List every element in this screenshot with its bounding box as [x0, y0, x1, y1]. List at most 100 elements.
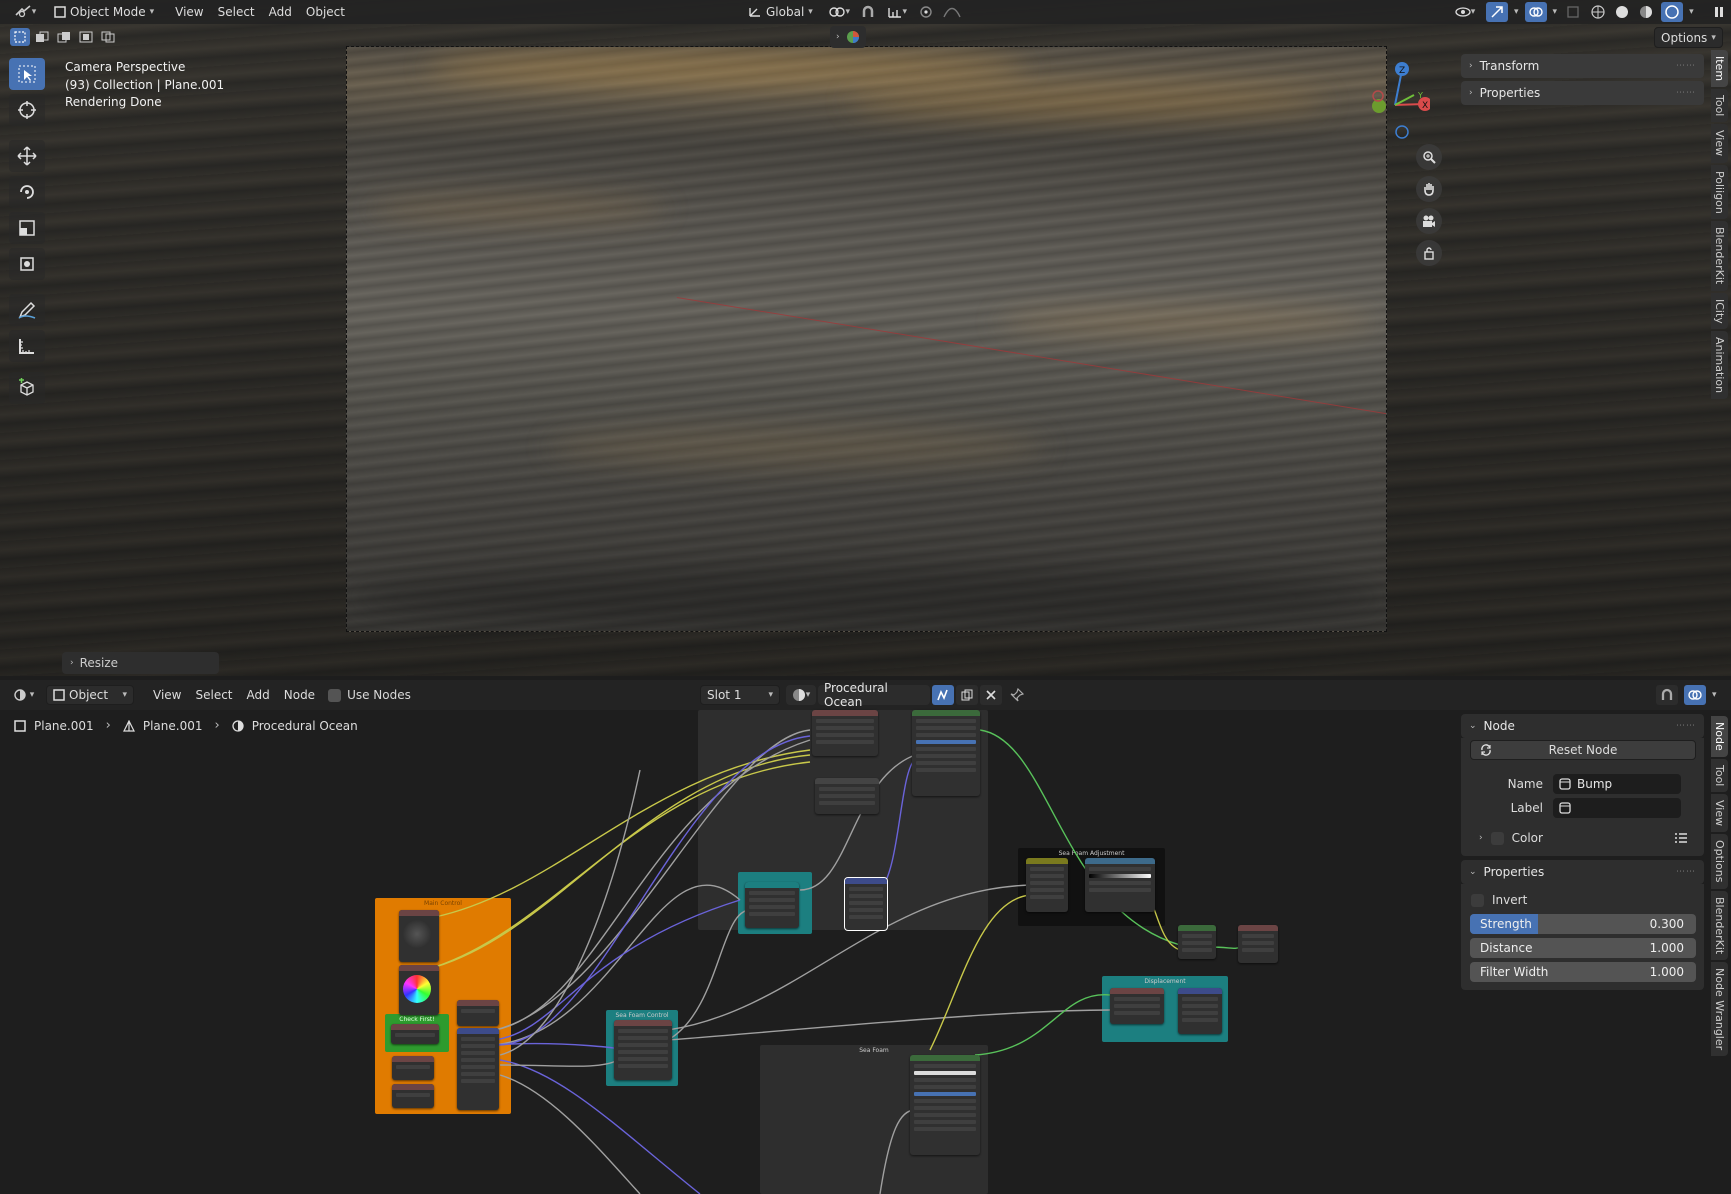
xray-icon[interactable]	[1563, 5, 1583, 19]
drag-handle-icon[interactable]: ⋯⋯	[1676, 61, 1696, 71]
3d-viewport[interactable]: ▾ Object Mode ▾ View Select Add Object G…	[0, 0, 1731, 676]
overlays-icon[interactable]	[1684, 685, 1706, 705]
filter-width-field[interactable]: Filter Width 1.000	[1470, 962, 1696, 982]
orientation-dropdown[interactable]: Global ▾	[742, 2, 819, 22]
proportional-edit-icon[interactable]	[917, 5, 935, 19]
tab-node[interactable]: Node	[1711, 716, 1728, 757]
name-field[interactable]: Bump	[1553, 774, 1681, 794]
pause-icon[interactable]	[1708, 6, 1730, 18]
scale-tool[interactable]	[9, 212, 45, 244]
panel-properties[interactable]: › Properties ⋯⋯	[1461, 81, 1704, 105]
panel-properties[interactable]: ⌄ Properties ⋯⋯	[1461, 860, 1704, 884]
drag-handle-icon[interactable]: ⋯⋯	[1676, 88, 1696, 98]
rotate-tool[interactable]	[9, 176, 45, 208]
drag-handle-icon[interactable]: ⋯⋯	[1676, 867, 1696, 877]
tab-animation[interactable]: Animation	[1711, 331, 1728, 400]
node-principled-bsdf-foam[interactable]	[910, 1055, 980, 1155]
reset-node-button[interactable]: Reset Node	[1470, 740, 1696, 760]
navigation-gizmo[interactable]: Z X Y	[1368, 60, 1432, 140]
shading-solid-icon[interactable]	[1613, 5, 1631, 19]
camera-view-button[interactable]	[1416, 208, 1442, 234]
node-mix-shader[interactable]	[1178, 925, 1216, 959]
tab-tool[interactable]: Tool	[1711, 89, 1728, 123]
lock-camera-button[interactable]	[1416, 240, 1442, 266]
node-wave-foam[interactable]	[745, 882, 799, 928]
color-checkbox[interactable]	[1490, 831, 1504, 845]
node-value-b[interactable]	[392, 1084, 434, 1108]
viewport-popover[interactable]: ›	[830, 26, 866, 48]
node-phase-chain[interactable]	[391, 1024, 439, 1044]
select-subtract-icon[interactable]	[54, 28, 74, 46]
node-principled-bsdf-top[interactable]	[912, 710, 980, 796]
label-field[interactable]	[1553, 798, 1681, 818]
menu-view[interactable]: View	[146, 684, 188, 706]
snap-magnet-icon[interactable]	[859, 5, 877, 19]
use-nodes-toggle[interactable]: Use Nodes	[328, 688, 411, 702]
tab-icity[interactable]: ICity	[1711, 292, 1728, 330]
node-value-a[interactable]	[392, 1056, 434, 1080]
node-graph[interactable]: Sea Foam Sea Foam Adjustment Main Contro…	[0, 710, 1450, 1194]
shader-node-editor[interactable]: ▾ Object ▾ View Select Add Node Use Node…	[0, 680, 1731, 1194]
unlink-icon[interactable]	[980, 685, 1002, 705]
tab-options[interactable]: Options	[1711, 834, 1728, 889]
add-cube-tool[interactable]	[9, 372, 45, 404]
last-operator-panel[interactable]: › Resize	[62, 652, 219, 674]
editor-type-icon[interactable]: ▾	[8, 688, 40, 702]
duplicate-icon[interactable]	[956, 685, 978, 705]
node-color-picker-2[interactable]	[399, 965, 439, 1015]
mode-dropdown[interactable]: Object Mode ▾	[48, 2, 160, 22]
material-name-field[interactable]: Procedural Ocean	[818, 681, 930, 709]
panel-node[interactable]: ⌄ Node ⋯⋯	[1461, 714, 1704, 738]
node-displacement[interactable]	[1178, 988, 1222, 1034]
node-color-picker-1[interactable]	[399, 910, 439, 962]
shading-rendered-icon[interactable]	[1661, 2, 1684, 22]
shader-type-dropdown[interactable]: Object ▾	[46, 685, 134, 705]
tab-item[interactable]: Item	[1711, 50, 1728, 88]
tab-poliigon[interactable]: Poliigon	[1711, 164, 1728, 220]
menu-select[interactable]: Select	[188, 684, 239, 706]
node-material-output[interactable]	[1238, 925, 1278, 963]
drag-handle-icon[interactable]: ⋯⋯	[1676, 721, 1696, 731]
tab-view[interactable]: View	[1711, 794, 1728, 833]
falloff-icon[interactable]	[941, 6, 963, 18]
tab-blenderkit[interactable]: BlenderKit	[1711, 890, 1728, 960]
shading-wireframe-icon[interactable]	[1589, 5, 1607, 19]
node-mapping[interactable]	[457, 1028, 499, 1110]
node-texture-top[interactable]	[812, 710, 878, 756]
panel-transform[interactable]: › Transform ⋯⋯	[1461, 54, 1704, 78]
tab-blenderkit[interactable]: BlenderKit	[1711, 221, 1728, 291]
measure-tool[interactable]	[9, 330, 45, 362]
node-color-ramp[interactable]	[1085, 858, 1155, 912]
select-extend-icon[interactable]	[32, 28, 52, 46]
menu-select[interactable]: Select	[211, 1, 262, 23]
strength-slider[interactable]: Strength 0.300	[1470, 914, 1696, 934]
visibility-icon[interactable]: ▾	[1450, 6, 1480, 18]
distance-field[interactable]: Distance 1.000	[1470, 938, 1696, 958]
move-tool[interactable]	[9, 140, 45, 172]
color-subpanel[interactable]: › Color	[1461, 826, 1704, 850]
options-dropdown[interactable]: Options ▾	[1654, 27, 1723, 48]
gizmo-toggle-icon[interactable]	[1486, 2, 1508, 22]
select-new-icon[interactable]	[10, 28, 30, 46]
snap-increment-icon[interactable]: ▾	[883, 5, 911, 19]
menu-object[interactable]: Object	[299, 1, 352, 23]
snap-icon[interactable]	[1656, 685, 1678, 705]
pivot-icon[interactable]: ▾	[825, 5, 853, 19]
use-nodes-checkbox[interactable]	[328, 688, 342, 702]
overlays-icon[interactable]	[1524, 2, 1547, 22]
invert-checkbox[interactable]	[1471, 893, 1484, 907]
material-browse-icon[interactable]: ▾	[786, 685, 816, 705]
editor-type-icon[interactable]: ▾	[8, 5, 42, 19]
slot-dropdown[interactable]: Slot 1 ▾	[700, 685, 780, 705]
pin-icon[interactable]	[1004, 685, 1030, 705]
transform-tool[interactable]	[9, 248, 45, 280]
node-bump[interactable]	[845, 878, 887, 930]
tab-view[interactable]: View	[1711, 124, 1728, 163]
node-foam-mask[interactable]	[815, 778, 879, 814]
select-invert-icon[interactable]	[76, 28, 96, 46]
shading-material-icon[interactable]	[1637, 5, 1655, 19]
invert-toggle[interactable]: Invert	[1461, 888, 1704, 912]
node-displacement-texture[interactable]	[1110, 988, 1164, 1024]
select-intersect-icon[interactable]	[98, 28, 118, 46]
tab-node-wrangler[interactable]: Node Wrangler	[1711, 961, 1728, 1057]
